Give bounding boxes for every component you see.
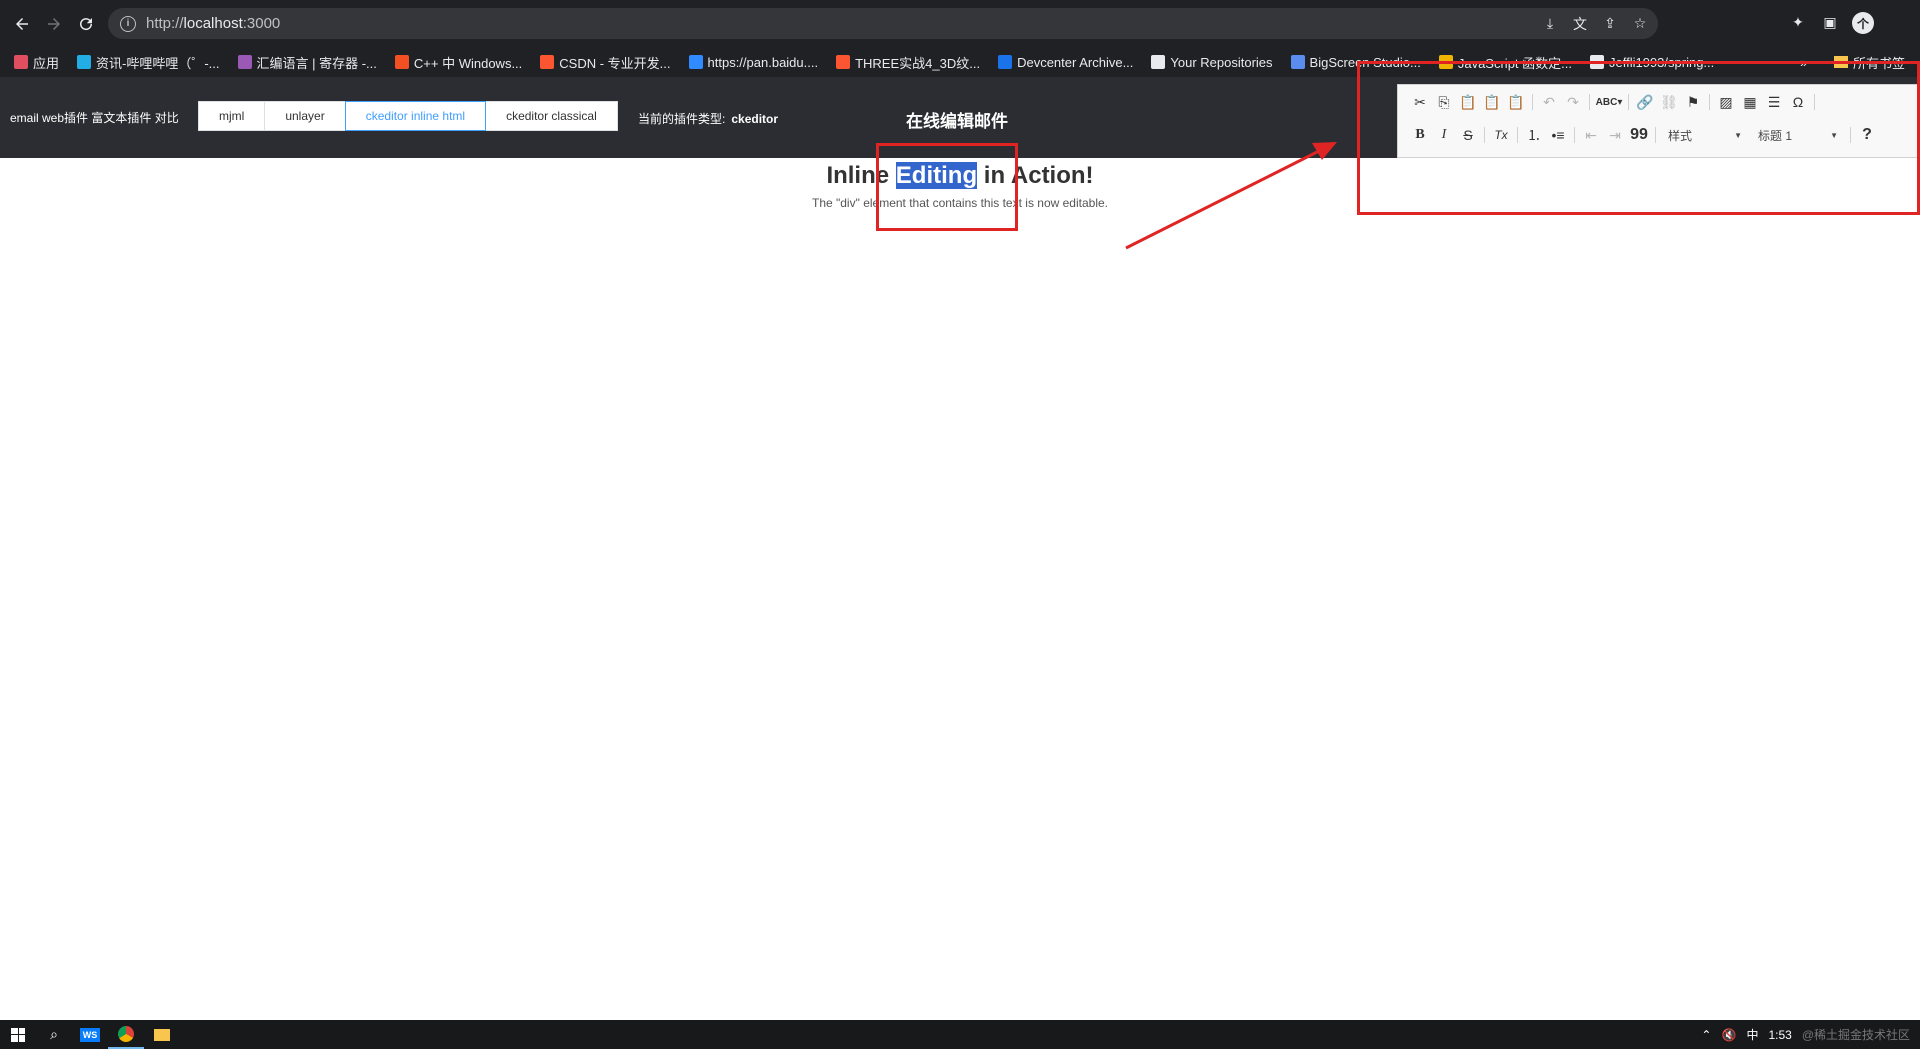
bookmark-label: https://pan.baidu....	[707, 54, 819, 70]
chrome-icon[interactable]	[108, 1020, 144, 1049]
info-icon[interactable]: i	[120, 15, 136, 32]
bookmark-label: CSDN - 专业开发...	[559, 55, 671, 71]
annotation-box-toolbar	[1357, 61, 1920, 215]
tab-ckeditor-classical[interactable]: ckeditor classical	[485, 101, 618, 131]
search-icon[interactable]: ⌕	[36, 1020, 72, 1049]
reload-button[interactable]	[70, 8, 102, 40]
tab-mjml[interactable]: mjml	[198, 101, 266, 131]
tab-unlayer[interactable]: unlayer	[264, 101, 346, 131]
ime-indicator[interactable]: 中	[1746, 1026, 1758, 1043]
translate-icon[interactable]: 文	[1570, 14, 1590, 34]
bookmark-label: Devcenter Archive...	[1017, 54, 1134, 70]
browser-toolbar: i http://localhost:3000 ⤓ 文 ⇪ ☆ ✦ ▣ 个	[0, 0, 1920, 47]
system-tray: ⌃ 🔇 中 1:53 @稀土掘金技术社区	[1701, 1020, 1910, 1049]
bookmark-item[interactable]: C++ 中 Windows...	[394, 53, 523, 72]
watermark: @稀土掘金技术社区	[1801, 1028, 1910, 1042]
back-button[interactable]	[6, 8, 38, 40]
install-app-icon[interactable]: ⤓	[1540, 14, 1560, 34]
bookmark-label: C++ 中 Windows...	[413, 55, 523, 71]
bookmark-favicon-icon	[836, 55, 851, 69]
tab-ckeditor-inline[interactable]: ckeditor inline html	[344, 101, 487, 131]
bookmark-item[interactable]: https://pan.baidu....	[688, 54, 819, 70]
bookmark-label: 资讯-哔哩哔哩（゜-...	[96, 55, 220, 71]
start-button[interactable]	[0, 1020, 36, 1049]
bookmark-label: 应用	[33, 55, 60, 71]
bookmark-item[interactable]: THREE实战4_3D纹...	[836, 53, 980, 72]
page-title: 在线编辑邮件	[906, 112, 1008, 131]
side-panel-icon[interactable]: ▣	[1820, 12, 1840, 32]
bookmark-favicon-icon	[1151, 55, 1166, 69]
plugin-type: 当前的插件类型: ckeditor	[638, 110, 778, 127]
profile-avatar[interactable]: 个	[1852, 12, 1874, 34]
bookmark-label: 汇编语言 | 寄存器 -...	[256, 55, 377, 71]
bookmark-favicon-icon	[77, 55, 92, 69]
bookmark-item[interactable]: 资讯-哔哩哔哩（゜-...	[77, 53, 220, 72]
arrow-right-icon	[48, 17, 60, 30]
bookmark-favicon-icon	[237, 55, 252, 69]
volume-mute-icon[interactable]: 🔇	[1721, 1028, 1736, 1042]
share-icon[interactable]: ⇪	[1600, 14, 1620, 34]
bookmark-favicon-icon	[1290, 55, 1305, 69]
url-text: http://localhost:3000	[146, 15, 281, 32]
bookmark-label: Your Repositories	[1170, 54, 1273, 70]
clock[interactable]: 1:53	[1768, 1028, 1791, 1042]
bookmark-favicon-icon	[14, 55, 28, 69]
forward-button[interactable]	[38, 8, 70, 40]
bookmark-favicon-icon	[394, 55, 409, 69]
bookmark-favicon-icon	[540, 55, 555, 69]
bookmark-favicon-icon	[688, 55, 703, 69]
bookmark-item[interactable]: 应用	[14, 53, 59, 72]
app-title: email web插件 富文本插件 对比	[10, 111, 179, 125]
extensions-icon[interactable]: ✦	[1788, 12, 1808, 32]
reload-icon	[80, 17, 93, 30]
plugin-type-value: ckeditor	[731, 112, 779, 126]
bookmark-item[interactable]: Your Repositories	[1151, 54, 1273, 70]
plugin-type-label: 当前的插件类型:	[638, 112, 726, 126]
windows-taskbar: ⌕ WS ⌃ 🔇 中 1:53 @稀土掘金技术社区	[0, 1020, 1920, 1049]
windows-icon	[11, 1027, 25, 1042]
bookmark-item[interactable]: Devcenter Archive...	[998, 55, 1133, 70]
bookmark-star-icon[interactable]: ☆	[1630, 14, 1650, 34]
arrow-left-icon	[16, 17, 28, 30]
bookmark-item[interactable]: 汇编语言 | 寄存器 -...	[237, 53, 377, 72]
annotation-box-selection	[876, 143, 1018, 231]
bookmark-favicon-icon	[998, 55, 1013, 69]
address-bar[interactable]: i http://localhost:3000 ⤓ 文 ⇪ ☆	[108, 8, 1658, 39]
chevron-up-icon[interactable]: ⌃	[1701, 1028, 1711, 1042]
webstorm-icon[interactable]: WS	[72, 1020, 108, 1049]
bookmark-label: THREE实战4_3D纹...	[855, 55, 981, 71]
plugin-tabs: mjml unlayer ckeditor inline html ckedit…	[198, 101, 618, 131]
file-explorer-icon[interactable]	[144, 1020, 180, 1049]
bookmark-item[interactable]: CSDN - 专业开发...	[540, 53, 671, 72]
